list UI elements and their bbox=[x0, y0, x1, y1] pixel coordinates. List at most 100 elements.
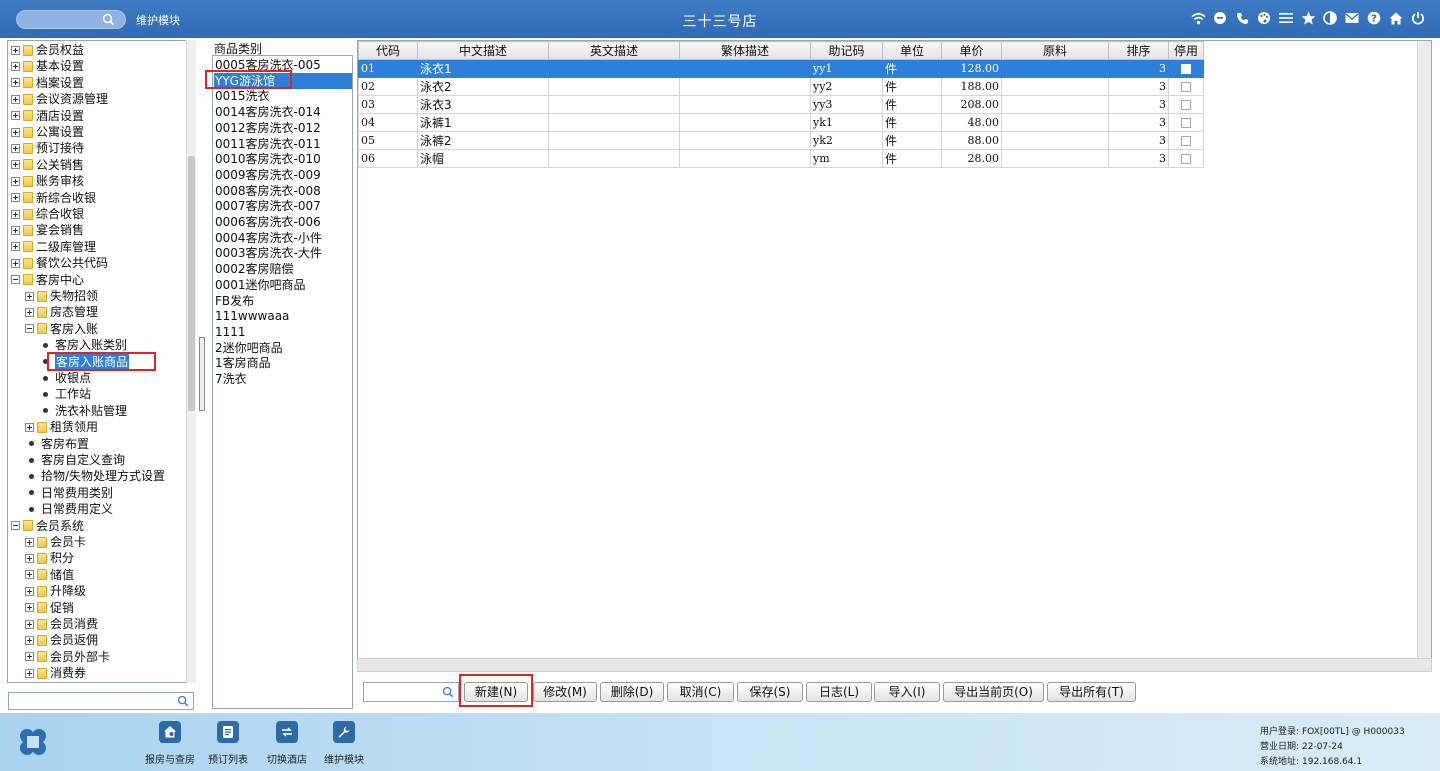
star-icon[interactable] bbox=[1300, 10, 1316, 26]
category-item[interactable]: FB发布 bbox=[214, 293, 352, 309]
table-cell-price[interactable]: 128.00 bbox=[941, 59, 1002, 78]
tree-item[interactable]: 综合收银 bbox=[11, 206, 84, 222]
table-cell-price[interactable]: 88.00 bbox=[941, 131, 1002, 150]
grid-vertical-scrollbar[interactable] bbox=[1417, 41, 1431, 658]
disabled-checkbox[interactable] bbox=[1181, 64, 1191, 74]
column-header[interactable]: 繁体描述 bbox=[679, 41, 811, 60]
grid-search-input[interactable] bbox=[363, 682, 459, 702]
category-item[interactable]: 0008客房洗衣-008 bbox=[214, 183, 352, 199]
tree-item[interactable]: 促销 bbox=[25, 600, 74, 616]
tree-item[interactable]: 宴会销售 bbox=[11, 222, 84, 238]
table-cell-tw[interactable] bbox=[679, 95, 811, 114]
disabled-checkbox[interactable] bbox=[1181, 100, 1191, 110]
tree-item[interactable]: 客房入账类别 bbox=[39, 337, 127, 353]
expand-icon[interactable] bbox=[25, 553, 34, 563]
table-cell-sort[interactable]: 3 bbox=[1108, 77, 1169, 96]
table-cell-unit[interactable]: 件 bbox=[882, 131, 942, 150]
column-header[interactable]: 排序 bbox=[1108, 41, 1169, 60]
tree-item[interactable]: 客房自定义查询 bbox=[25, 452, 125, 468]
category-item[interactable]: 0001迷你吧商品 bbox=[214, 277, 352, 293]
expand-icon[interactable] bbox=[25, 619, 34, 629]
tree-item[interactable]: 拾物/失物处理方式设置 bbox=[25, 468, 165, 484]
table-cell-tw[interactable] bbox=[679, 113, 811, 132]
tree-item[interactable]: 会员消费 bbox=[25, 616, 98, 632]
tree-item[interactable]: 会员卡 bbox=[25, 534, 86, 550]
expand-icon[interactable] bbox=[11, 61, 20, 71]
tree-item[interactable]: 会员系统 bbox=[11, 518, 84, 534]
column-header[interactable]: 单价 bbox=[941, 41, 1002, 60]
tree-search-input[interactable] bbox=[8, 692, 194, 710]
column-header[interactable]: 中文描述 bbox=[417, 41, 549, 60]
category-item[interactable]: 0014客房洗衣-014 bbox=[214, 104, 352, 120]
table-cell-en[interactable] bbox=[548, 149, 680, 168]
tree-item[interactable]: 公关销售 bbox=[11, 157, 84, 173]
edit-button[interactable]: 修改(M) bbox=[533, 682, 597, 702]
table-cell-unit[interactable]: 件 bbox=[882, 149, 942, 168]
expand-icon[interactable] bbox=[11, 225, 20, 235]
tree-item[interactable]: 租赁领用 bbox=[25, 419, 98, 435]
mail-icon[interactable] bbox=[1344, 10, 1360, 26]
table-cell-code[interactable]: 05 bbox=[358, 131, 418, 150]
table-cell-material[interactable] bbox=[1001, 59, 1109, 78]
tree-item[interactable]: 预订接待 bbox=[11, 140, 84, 156]
table-cell-material[interactable] bbox=[1001, 95, 1109, 114]
table-cell-sort[interactable]: 3 bbox=[1108, 59, 1169, 78]
expand-icon[interactable] bbox=[11, 94, 20, 104]
table-cell-price[interactable]: 48.00 bbox=[941, 113, 1002, 132]
tree-item[interactable]: 新综合收银 bbox=[11, 190, 96, 206]
expand-icon[interactable] bbox=[11, 193, 20, 203]
column-header[interactable]: 助记码 bbox=[810, 41, 883, 60]
table-cell-code[interactable]: 03 bbox=[358, 95, 418, 114]
category-item[interactable]: 0015洗衣 bbox=[214, 88, 352, 104]
expand-icon[interactable] bbox=[25, 307, 34, 317]
tree-item[interactable]: 账务审核 bbox=[11, 173, 84, 189]
category-item[interactable]: 0012客房洗衣-012 bbox=[214, 120, 352, 136]
column-header[interactable]: 单位 bbox=[882, 41, 942, 60]
collapse-icon[interactable] bbox=[25, 324, 34, 334]
table-cell-mnemonic[interactable]: yy3 bbox=[810, 95, 883, 114]
category-item[interactable]: YYG游泳馆 bbox=[214, 72, 352, 89]
tree-item[interactable]: 基本设置 bbox=[11, 58, 84, 74]
table-cell-material[interactable] bbox=[1001, 131, 1109, 150]
tree-item[interactable]: 积分 bbox=[25, 550, 74, 566]
phone-icon[interactable] bbox=[1234, 10, 1250, 26]
expand-icon[interactable] bbox=[25, 537, 34, 547]
chat-icon[interactable] bbox=[1212, 10, 1228, 26]
table-cell-sort[interactable]: 3 bbox=[1108, 131, 1169, 150]
table-cell-cn[interactable]: 泳帽 bbox=[417, 149, 549, 168]
table-cell-price[interactable]: 188.00 bbox=[941, 77, 1002, 96]
table-cell-cn[interactable]: 泳衣3 bbox=[417, 95, 549, 114]
table-cell-unit[interactable]: 件 bbox=[882, 77, 942, 96]
table-row[interactable]: 04 泳裤1 yk1 件 48.00 3 bbox=[358, 113, 1204, 132]
table-row[interactable]: 06 泳帽 ym 件 28.00 3 bbox=[358, 149, 1204, 168]
tree-item[interactable]: 消费券 bbox=[25, 665, 86, 681]
table-cell-unit[interactable]: 件 bbox=[882, 59, 942, 78]
tree-item[interactable]: 酒店设置 bbox=[11, 108, 84, 124]
table-cell-material[interactable] bbox=[1001, 113, 1109, 132]
tree-item[interactable]: 工作站 bbox=[39, 386, 91, 402]
tree-item[interactable]: 日常费用类别 bbox=[25, 485, 113, 501]
tree-item[interactable]: 会员返佣 bbox=[25, 632, 98, 648]
table-cell-en[interactable] bbox=[548, 131, 680, 150]
expand-icon[interactable] bbox=[11, 127, 20, 137]
expand-icon[interactable] bbox=[11, 242, 20, 252]
table-cell-price[interactable]: 208.00 bbox=[941, 95, 1002, 114]
footer-button-switch[interactable]: 切换酒店 bbox=[256, 721, 318, 766]
disabled-checkbox[interactable] bbox=[1181, 82, 1191, 92]
disabled-checkbox[interactable] bbox=[1181, 154, 1191, 164]
import-button[interactable]: 导入(I) bbox=[874, 682, 940, 702]
table-cell-cn[interactable]: 泳衣2 bbox=[417, 77, 549, 96]
save-button[interactable]: 保存(S) bbox=[737, 682, 803, 702]
menu-icon[interactable] bbox=[1278, 10, 1294, 26]
tree-item[interactable]: 餐饮公共代码 bbox=[11, 255, 108, 271]
tree-item[interactable]: 档案设置 bbox=[11, 75, 84, 91]
wifi-icon[interactable] bbox=[1190, 10, 1206, 26]
column-header[interactable]: 停用 bbox=[1168, 41, 1204, 60]
palette-icon[interactable] bbox=[1256, 10, 1272, 26]
tree-item[interactable]: 失物招领 bbox=[25, 288, 98, 304]
table-row[interactable]: 03 泳衣3 yy3 件 208.00 3 bbox=[358, 95, 1204, 114]
expand-icon[interactable] bbox=[11, 176, 20, 186]
expand-icon[interactable] bbox=[25, 586, 34, 596]
expand-icon[interactable] bbox=[11, 111, 20, 121]
category-item[interactable]: 0002客房赔偿 bbox=[214, 261, 352, 277]
